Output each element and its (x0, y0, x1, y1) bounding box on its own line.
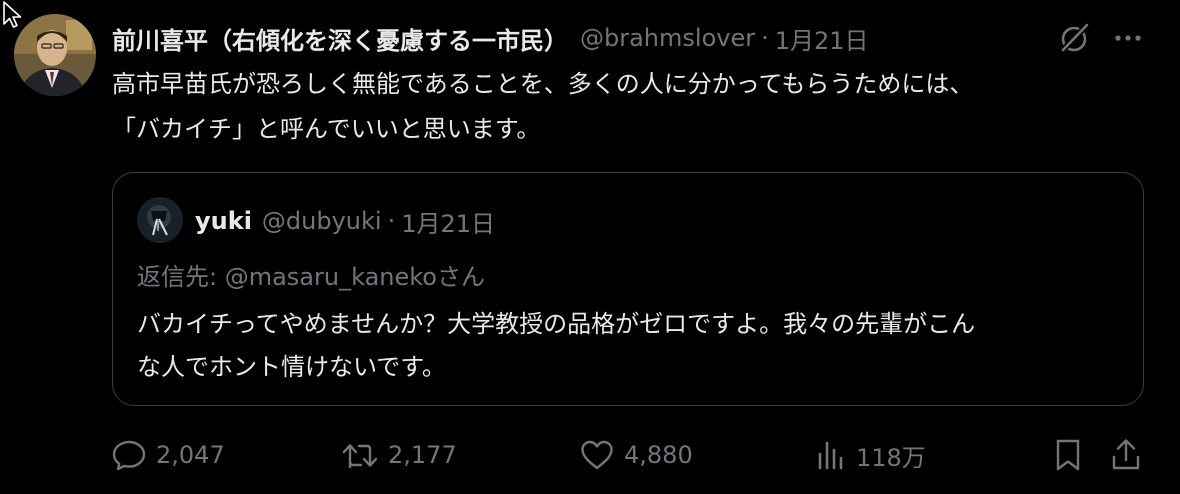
quote-header: yuki @dubyuki · 1月21日 (195, 201, 495, 241)
views-button[interactable]: 118万 (814, 432, 926, 478)
quote-date[interactable]: 1月21日 (401, 204, 495, 239)
quote-separator-dot: · (387, 207, 396, 235)
author-avatar[interactable] (14, 14, 96, 96)
author-avatar-photo-icon (14, 14, 96, 96)
views-count: 118万 (856, 443, 926, 472)
separator-dot: · (761, 24, 769, 52)
quote-avatar-icon (137, 197, 183, 243)
more-options-button[interactable] (1108, 20, 1148, 56)
repost-count: 2,177 (388, 441, 457, 469)
bookmark-button[interactable] (1050, 432, 1086, 478)
views-chart-icon (818, 441, 843, 470)
reply-icon (112, 440, 146, 471)
quote-reply-to: 返信先: @masaru_kanekoさん (137, 263, 485, 291)
quote-author-avatar (137, 197, 183, 243)
like-count: 4,880 (624, 441, 693, 469)
tweet-text-line: 「バカイチ」と呼んでいいと思います。 (112, 115, 541, 143)
quoted-tweet-card[interactable]: yuki @dubyuki · 1月21日 返信先: @masaru_kanek… (112, 172, 1144, 406)
share-icon (1112, 439, 1140, 470)
quote-text: バカイチってやめませんか？大学教授の品格がゼロですよ。我々の先輩がこん な人でホ… (137, 303, 1127, 389)
author-name[interactable]: 前川喜平（右傾化を深く憂慮する一市民） (112, 21, 568, 56)
share-button[interactable] (1108, 432, 1144, 478)
tweet-date[interactable]: 1月21日 (775, 21, 869, 56)
more-dots-icon (1115, 35, 1141, 41)
quote-author-name[interactable]: yuki (195, 207, 252, 235)
bookmark-icon (1056, 439, 1080, 471)
tweet-text: 高市早苗氏が恐ろしく無能であることを、多くの人に分かってもらうためには、 「バカ… (112, 62, 1172, 152)
like-button[interactable]: 4,880 (578, 432, 693, 478)
mouse-cursor-icon (3, 1, 22, 28)
quote-author-handle[interactable]: @dubyuki (262, 207, 382, 235)
tweet-header: 前川喜平（右傾化を深く憂慮する一市民） @brahmslover · 1月21日 (112, 18, 869, 58)
repost-button[interactable]: 2,177 (340, 432, 457, 478)
tweet-text-line: 高市早苗氏が恐ろしく無能であることを、多くの人に分かってもらうためには、 (112, 70, 974, 98)
repost-icon (342, 444, 378, 469)
reply-button[interactable]: 2,047 (110, 432, 225, 478)
author-handle[interactable]: @brahmslover (580, 24, 755, 52)
grok-button[interactable] (1056, 20, 1092, 56)
heart-icon (581, 440, 613, 470)
grok-icon (1059, 22, 1090, 54)
quote-text-line: バカイチってやめませんか？大学教授の品格がゼロですよ。我々の先輩がこん (137, 310, 976, 338)
reply-count: 2,047 (156, 441, 225, 469)
quote-text-line: な人でホント情けないです。 (137, 353, 446, 381)
